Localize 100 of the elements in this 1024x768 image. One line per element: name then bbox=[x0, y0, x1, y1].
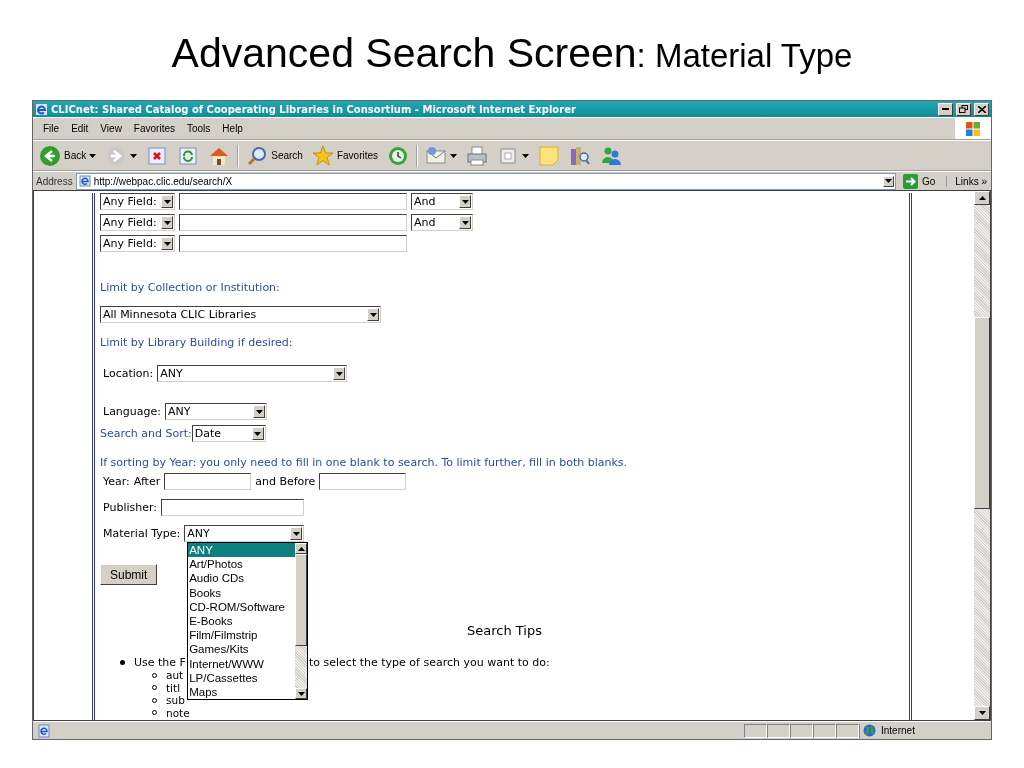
stop-icon bbox=[146, 144, 169, 167]
tips-heading: Search Tips bbox=[467, 623, 542, 638]
location-select[interactable]: ANY bbox=[157, 365, 348, 382]
envelope-icon bbox=[425, 144, 448, 167]
restore-icon bbox=[959, 105, 968, 113]
tip-item: note bbox=[166, 706, 190, 719]
dropdown-option[interactable]: LP/Cassettes bbox=[188, 670, 296, 685]
toolbar-button[interactable] bbox=[423, 144, 460, 167]
page-icon bbox=[37, 723, 51, 738]
scrollbar[interactable] bbox=[974, 191, 990, 720]
bullet-icon bbox=[120, 660, 125, 665]
minimize-button[interactable] bbox=[938, 102, 953, 116]
field-select[interactable]: Any Field: bbox=[100, 214, 175, 231]
windows-logo-icon bbox=[965, 120, 981, 137]
toolbar-button[interactable]: Search bbox=[244, 144, 305, 167]
printer-icon bbox=[466, 144, 489, 167]
globe-icon bbox=[863, 724, 876, 737]
caret-icon bbox=[450, 153, 458, 158]
scroll-down-icon bbox=[978, 711, 986, 715]
browser-logo-icon bbox=[35, 102, 48, 116]
sort-select[interactable]: Date bbox=[191, 425, 266, 442]
slide-title: Advanced Search Screen: Material Type bbox=[171, 29, 853, 78]
scroll-down-icon bbox=[297, 691, 305, 696]
scroll-up-icon bbox=[978, 196, 986, 200]
dropdown-arrow-icon bbox=[884, 179, 892, 183]
dropdown-arrow-icon bbox=[461, 199, 469, 204]
year-label: Year: bbox=[102, 475, 130, 488]
tip-item: aut bbox=[166, 669, 184, 682]
tip-text: Use the F bbox=[134, 656, 186, 669]
toolbar-button[interactable]: Back bbox=[37, 144, 99, 167]
dropdown-option[interactable]: Maps bbox=[188, 684, 296, 700]
menu-item[interactable]: Edit bbox=[65, 123, 95, 134]
after-label: After bbox=[133, 475, 161, 488]
star-icon bbox=[311, 144, 334, 167]
zone-label: Internet bbox=[881, 725, 915, 736]
search-field[interactable] bbox=[179, 193, 407, 210]
publisher-label: Publisher: bbox=[102, 501, 157, 514]
sort-label: Search and Sort: bbox=[100, 427, 192, 440]
before-label: and Before bbox=[255, 475, 316, 488]
dropdown-arrow-icon bbox=[292, 531, 300, 536]
tip-item: sub bbox=[166, 694, 185, 707]
window-title: CLICnet: Shared Catalog of Cooperating Libraries in Consortium - Microsoft Internet Explorer bbox=[51, 103, 577, 115]
go-button[interactable]: Go bbox=[898, 173, 944, 189]
menu-item[interactable]: Tools bbox=[181, 123, 217, 134]
field-select[interactable]: Any Field: bbox=[100, 235, 175, 252]
address-field[interactable]: http://webpac.clic.edu/search/X bbox=[75, 172, 896, 190]
dropdown-option[interactable]: Games/Kits bbox=[188, 642, 296, 657]
location-label: Location: bbox=[102, 367, 154, 380]
close-button[interactable] bbox=[974, 102, 989, 116]
material-type-select[interactable]: ANY bbox=[184, 525, 305, 542]
dropdown-option[interactable]: Books bbox=[188, 585, 296, 600]
dropdown-option[interactable]: E-Books bbox=[188, 613, 296, 629]
list-scrollbar[interactable] bbox=[295, 543, 308, 699]
dropdown-option[interactable]: CD-ROM/Software bbox=[188, 599, 296, 614]
dropdown-arrow-icon bbox=[461, 220, 469, 225]
menu-item[interactable]: View bbox=[94, 123, 128, 134]
operator-select[interactable]: And bbox=[411, 193, 473, 210]
caret-icon bbox=[522, 153, 530, 158]
links-button[interactable]: Links » bbox=[946, 175, 991, 187]
year-after-field[interactable] bbox=[164, 473, 252, 490]
menu-item[interactable]: Favorites bbox=[127, 123, 181, 134]
collection-select[interactable]: All Minnesota CLIC Libraries bbox=[100, 306, 381, 323]
field-select[interactable]: Any Field: bbox=[100, 193, 175, 210]
toolbar-button[interactable]: Favorites bbox=[309, 144, 381, 167]
menu-item[interactable]: Help bbox=[216, 123, 249, 134]
status-pane bbox=[767, 723, 790, 738]
submit-button[interactable]: Submit bbox=[100, 564, 158, 585]
page-icon bbox=[78, 175, 91, 187]
dropdown-arrow-icon bbox=[254, 431, 262, 436]
books-icon bbox=[569, 144, 592, 167]
menu-item[interactable]: File bbox=[37, 123, 66, 134]
language-select[interactable]: ANY bbox=[165, 403, 267, 420]
dropdown-arrow-icon bbox=[335, 371, 343, 376]
dropdown-option[interactable]: Art/Photos bbox=[188, 557, 296, 572]
tip-text: to select the type of search you want to do: bbox=[309, 656, 550, 669]
search-field[interactable] bbox=[179, 235, 407, 252]
year-hint: If sorting by Year: you only need to fill in one blank to search. To limit further, fill in both blanks. bbox=[100, 456, 629, 469]
dropdown-option[interactable]: Audio CDs bbox=[188, 571, 296, 586]
dropdown-option[interactable]: ANY bbox=[188, 543, 296, 558]
close-icon bbox=[977, 105, 986, 113]
caret-icon bbox=[130, 153, 138, 158]
year-before-field[interactable] bbox=[319, 473, 407, 490]
language-label: Language: bbox=[102, 405, 161, 418]
address-dropdown-button[interactable] bbox=[882, 175, 894, 187]
operator-select[interactable]: And bbox=[411, 214, 473, 231]
restore-button[interactable] bbox=[956, 102, 971, 116]
dropdown-option[interactable]: Film/Filmstrip bbox=[188, 628, 296, 643]
dropdown-arrow-icon bbox=[369, 312, 377, 317]
status-pane bbox=[836, 723, 859, 738]
dropdown-arrow-icon bbox=[163, 220, 171, 225]
minimize-icon bbox=[942, 108, 949, 110]
refresh-icon bbox=[177, 144, 200, 167]
address-label: Address bbox=[36, 175, 73, 187]
search-field[interactable] bbox=[179, 214, 407, 231]
note-icon bbox=[538, 144, 561, 167]
caret-icon bbox=[89, 153, 97, 158]
dropdown-option[interactable]: Internet/WWW bbox=[188, 656, 296, 671]
scroll-up-icon bbox=[297, 546, 305, 551]
publisher-field[interactable] bbox=[161, 499, 304, 516]
clock-icon bbox=[387, 144, 410, 167]
